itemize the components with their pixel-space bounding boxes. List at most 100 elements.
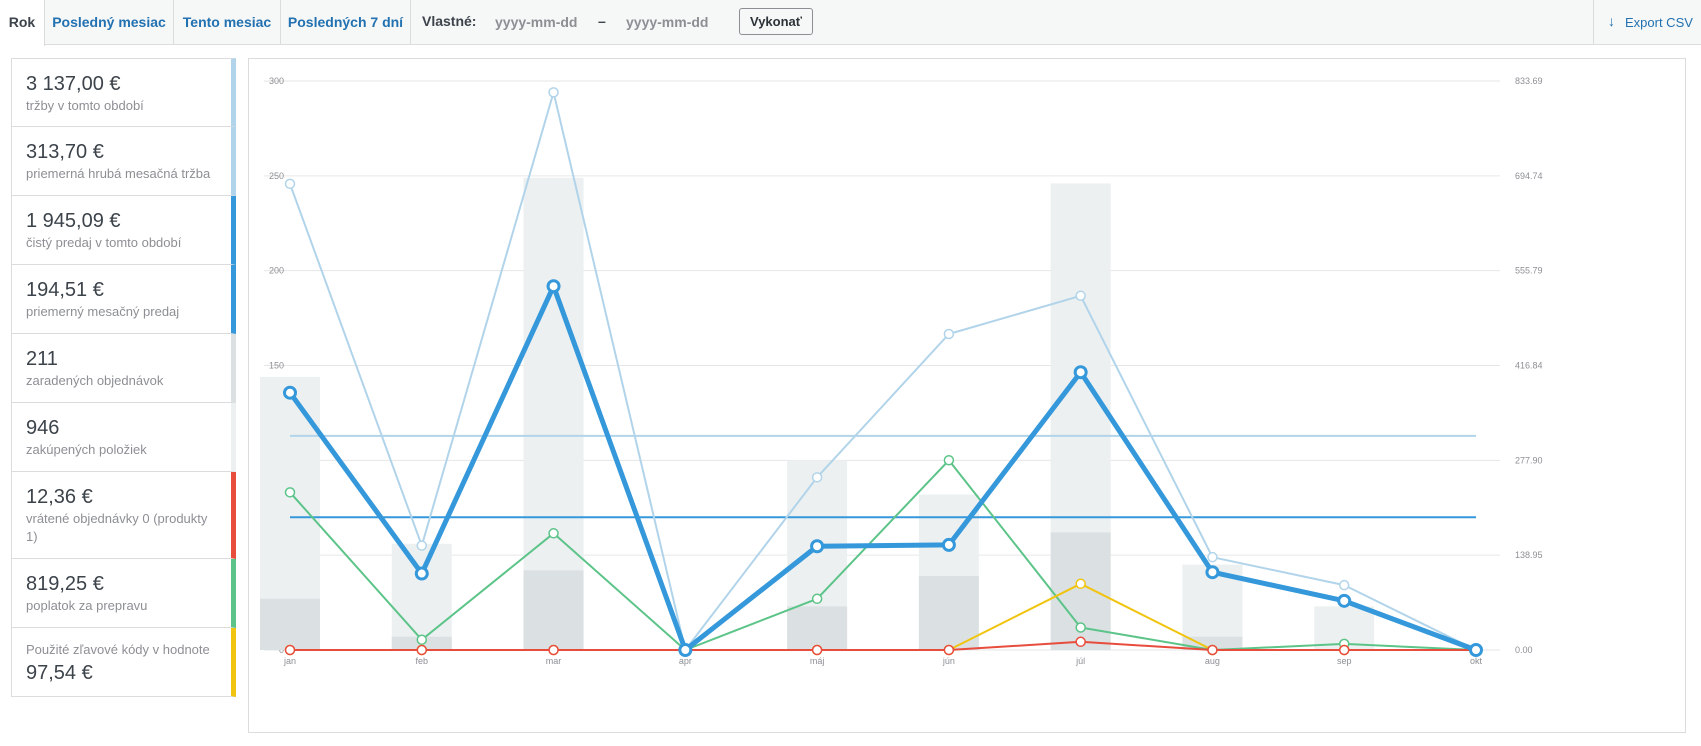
legend-items-purchased[interactable]: 946 zakúpených položiek xyxy=(11,403,236,472)
legend-label: tržby v tomto období xyxy=(26,98,144,113)
data-point xyxy=(943,644,955,656)
legend-refunds[interactable]: 12,36 € vrátené objednávky 0 (produkty 1… xyxy=(11,472,236,559)
legend-label: priemerný mesačný predaj xyxy=(26,304,180,319)
legend-coupons[interactable]: Použité zľavové kódy v hodnote 97,54 € xyxy=(11,628,236,697)
legend-net-sales[interactable]: 1 945,09 € čistý predaj v tomto období xyxy=(11,196,236,265)
bar xyxy=(787,606,848,650)
data-point xyxy=(546,279,561,294)
x-tick-label: jún xyxy=(942,656,955,666)
legend-amount: 1 945,09 € xyxy=(26,210,121,232)
legend-amount: 97,54 € xyxy=(26,662,93,684)
data-point xyxy=(416,540,428,551)
data-point xyxy=(1075,622,1086,633)
tab-last-month[interactable]: Posledný mesiac xyxy=(45,0,174,45)
data-point xyxy=(810,539,825,554)
data-point xyxy=(1469,643,1483,657)
bar xyxy=(391,543,452,650)
tab-last-7-days[interactable]: Posledných 7 dní xyxy=(281,0,411,45)
data-point xyxy=(1075,290,1086,302)
y-left-tick-label: 300 xyxy=(269,76,284,86)
date-separator: – xyxy=(598,13,606,29)
legend-amount: 211 xyxy=(26,348,58,370)
data-point xyxy=(811,472,823,483)
legend-label: zakúpených položiek xyxy=(26,442,147,457)
data-point xyxy=(1073,365,1088,380)
data-point xyxy=(284,487,296,498)
x-tick-label: jan xyxy=(283,656,296,666)
custom-range-label: Vlastné: xyxy=(422,13,477,29)
legend-amount: 3 137,00 € xyxy=(26,73,121,95)
series-line xyxy=(290,582,1476,651)
x-tick-label: mar xyxy=(546,656,562,666)
legend-amount: 12,36 € xyxy=(26,486,93,508)
chart-legend: 3 137,00 € tržby v tomto období 313,70 €… xyxy=(11,58,236,697)
legend-amount: 819,25 € xyxy=(26,573,104,595)
legend-label: čistý predaj v tomto období xyxy=(26,235,182,250)
export-csv-link[interactable]: ↓ Export CSV xyxy=(1593,0,1701,45)
x-tick-label: aug xyxy=(1205,656,1220,666)
data-point xyxy=(1207,644,1218,656)
y-left-tick-label: 250 xyxy=(269,171,284,181)
data-point xyxy=(811,644,823,656)
data-point xyxy=(941,537,956,552)
legend-amount: 313,70 € xyxy=(26,141,104,163)
x-tick-label: feb xyxy=(416,656,429,666)
y-right-tick-label: 277.90 xyxy=(1515,455,1543,465)
legend-label: priemerná hrubá mesačná tržba xyxy=(26,166,211,181)
data-point xyxy=(1207,551,1218,563)
series-line xyxy=(287,283,1477,653)
y-left-tick-label: 200 xyxy=(269,266,284,276)
data-point xyxy=(283,385,297,400)
tab-this-month[interactable]: Tento mesiac xyxy=(174,0,281,45)
data-point xyxy=(811,593,823,605)
data-point xyxy=(943,455,955,466)
data-point xyxy=(1337,593,1352,608)
x-tick-label: apr xyxy=(679,656,692,666)
x-tick-label: júl xyxy=(1075,656,1085,666)
legend-avg-gross-sales[interactable]: 313,70 € priemerná hrubá mesačná tržba xyxy=(11,127,236,196)
x-tick-label: máj xyxy=(810,656,825,666)
bar xyxy=(260,598,320,650)
legend-label: poplatok za prepravu xyxy=(26,598,148,613)
data-point xyxy=(1075,578,1086,590)
data-point xyxy=(1075,636,1086,648)
bar xyxy=(523,570,584,650)
data-point xyxy=(284,644,296,656)
start-date-input[interactable] xyxy=(495,10,595,34)
data-point xyxy=(416,644,428,656)
legend-amount: 194,51 € xyxy=(26,279,104,301)
data-point xyxy=(548,644,559,656)
legend-orders-placed[interactable]: 211 zaradených objednávok xyxy=(11,334,236,403)
legend-amount: 946 xyxy=(26,417,60,439)
y-left-tick-label: 150 xyxy=(269,361,284,371)
sales-chart: 00.0050138.95100277.90150416.84200555.79… xyxy=(248,58,1686,733)
y-right-tick-label: 0.00 xyxy=(1515,645,1533,655)
data-point xyxy=(1338,579,1350,591)
legend-avg-net-sales[interactable]: 194,51 € priemerný mesačný predaj xyxy=(11,265,236,334)
submit-range-button[interactable]: Vykonať xyxy=(739,8,813,35)
end-date-input[interactable] xyxy=(626,10,726,34)
legend-gross-sales[interactable]: 3 137,00 € tržby v tomto období xyxy=(11,58,236,127)
y-right-tick-label: 555.79 xyxy=(1515,266,1543,276)
data-point xyxy=(548,87,559,98)
data-point xyxy=(414,566,429,581)
chart-canvas: 00.0050138.95100277.90150416.84200555.79… xyxy=(260,76,1543,666)
x-tick-label: okt xyxy=(1470,656,1483,666)
data-point xyxy=(678,643,693,657)
y-right-tick-label: 138.95 xyxy=(1515,550,1543,560)
export-csv-label: Export CSV xyxy=(1625,15,1693,30)
legend-label: Použité zľavové kódy v hodnote xyxy=(26,642,210,657)
legend-label: vrátené objednávky 0 (produkty 1) xyxy=(26,511,208,544)
data-point xyxy=(416,634,428,646)
data-point xyxy=(548,528,559,539)
data-point xyxy=(1205,565,1220,580)
download-arrow-icon: ↓ xyxy=(1608,13,1615,29)
x-tick-label: sep xyxy=(1337,656,1352,666)
data-point xyxy=(1338,644,1350,656)
legend-label: zaradených objednávok xyxy=(26,373,164,388)
legend-shipping[interactable]: 819,25 € poplatok za prepravu xyxy=(11,559,236,628)
tab-year[interactable]: Rok xyxy=(0,0,45,46)
data-point xyxy=(943,328,955,340)
y-right-tick-label: 694.74 xyxy=(1515,171,1543,181)
y-right-tick-label: 833.69 xyxy=(1515,76,1543,86)
